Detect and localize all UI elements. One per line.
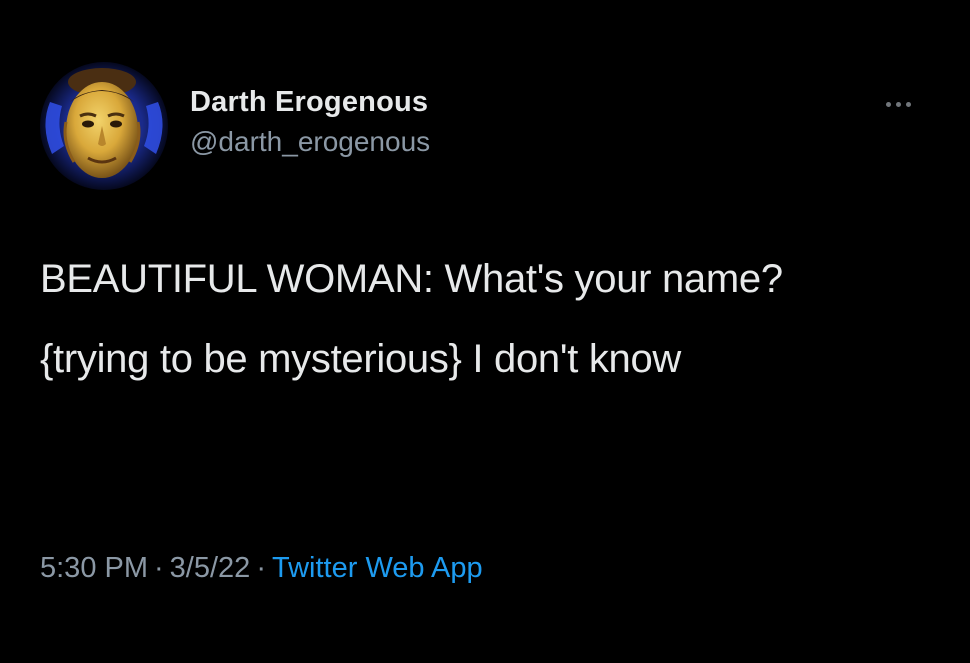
- tweet-paragraph: BEAUTIFUL WOMAN: What's your name?: [40, 257, 783, 301]
- tweet-metadata: 5:30 PM · 3/5/22 · Twitter Web App: [40, 548, 483, 588]
- more-horizontal-icon-dot: [906, 102, 911, 107]
- avatar-image: [40, 62, 168, 190]
- tweet-text: BEAUTIFUL WOMAN: What's your name? {tryi…: [40, 250, 930, 388]
- tweet-paragraph: {trying to be mysterious} I don't know: [40, 337, 682, 381]
- more-horizontal-icon-dot: [896, 102, 901, 107]
- author-info: Darth Erogenous @darth_erogenous: [190, 84, 430, 160]
- author-handle[interactable]: @darth_erogenous: [190, 124, 430, 160]
- more-horizontal-icon: [886, 102, 891, 107]
- avatar[interactable]: [40, 62, 168, 190]
- meta-separator: ·: [154, 552, 164, 584]
- author-display-name[interactable]: Darth Erogenous: [190, 84, 430, 120]
- tweet-time[interactable]: 5:30 PM: [40, 552, 148, 584]
- more-options-button[interactable]: [878, 92, 918, 116]
- tweet-card: Darth Erogenous @darth_erogenous BEAUTIF…: [0, 0, 970, 663]
- tweet-source-link[interactable]: Twitter Web App: [272, 552, 483, 584]
- meta-separator: ·: [256, 552, 266, 584]
- tweet-date[interactable]: 3/5/22: [170, 552, 251, 584]
